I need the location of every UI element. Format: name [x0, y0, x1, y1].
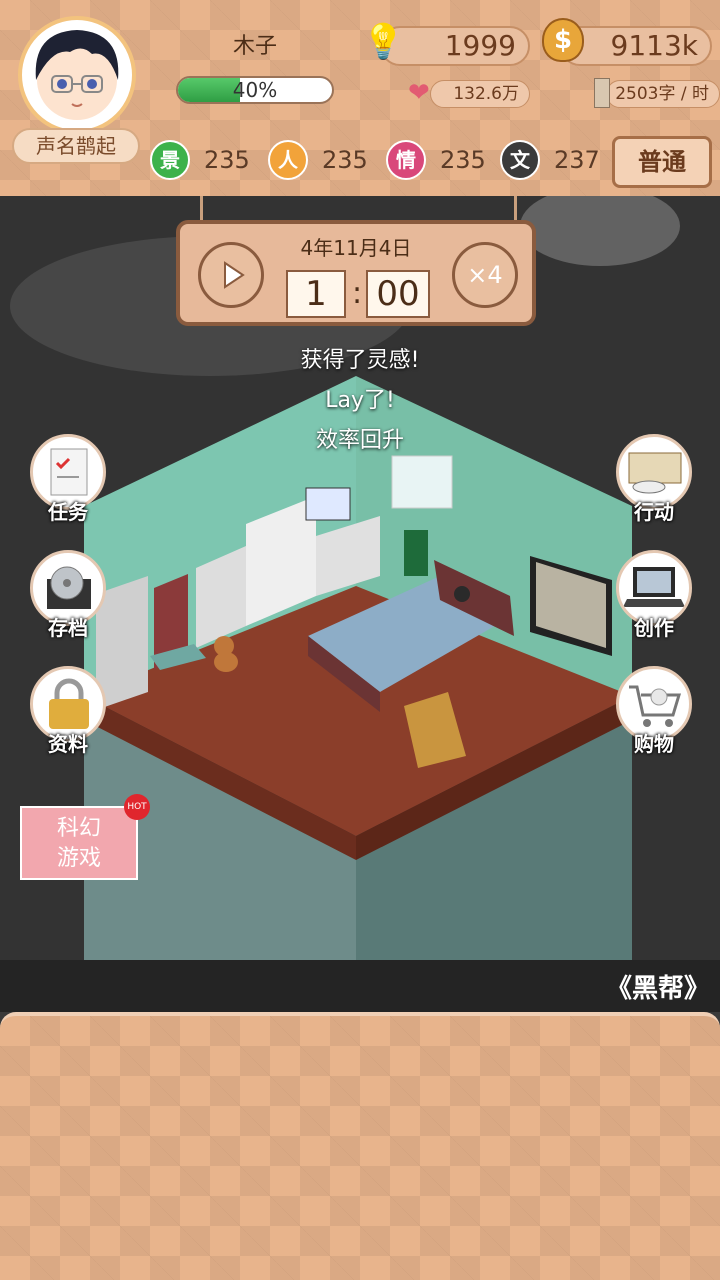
- shop-button[interactable]: 购物: [612, 666, 696, 762]
- profile-button[interactable]: 资料: [26, 666, 110, 762]
- create-button[interactable]: 创作: [612, 550, 696, 646]
- time-panel: 4年11月4日 1 : 00 ×4: [176, 220, 536, 326]
- play-button[interactable]: [198, 242, 264, 308]
- writing-stat-value: 237: [554, 146, 600, 174]
- save-label: 存档: [48, 616, 88, 640]
- writing-speed-counter: 2503字 / 时: [606, 80, 720, 108]
- writing-stat-icon: 文: [500, 140, 540, 180]
- player-name: 木子: [232, 34, 277, 59]
- tasks-label: 任务: [48, 500, 88, 524]
- event-message: 获得了灵感!: [300, 348, 420, 373]
- scene-stat-icon: 景: [150, 140, 190, 180]
- fame-title-badge: 声名鹊起: [12, 128, 140, 164]
- scroll-icon: [594, 78, 610, 108]
- hot-badge: HOT: [124, 794, 150, 820]
- create-label: 创作: [634, 616, 674, 640]
- event-message: 效率回升: [315, 428, 404, 453]
- speed-button[interactable]: ×4: [452, 242, 518, 308]
- minute-display: 00: [366, 270, 430, 318]
- character-portrait-icon: [35, 30, 119, 120]
- promo-sci-fi-game-banner[interactable]: 科幻 游戏: [20, 806, 138, 880]
- novel-title[interactable]: 《黑帮》: [606, 968, 710, 1005]
- top-status-bar: 声名鹊起 木子 40% 1999 💡 9113k $ 132.6万 ❤ 2503…: [0, 0, 720, 196]
- promo-line-1: 科幻: [56, 816, 101, 841]
- bottom-panel: [0, 1012, 720, 1280]
- avatar[interactable]: [18, 16, 136, 134]
- scene-stat-value: 235: [204, 146, 250, 174]
- fans-counter: 132.6万: [430, 80, 530, 108]
- shop-label: 购物: [634, 732, 674, 756]
- emotion-stat-value: 235: [440, 146, 486, 174]
- progress-text: 40%: [232, 78, 278, 102]
- progress-bar: 40%: [176, 76, 334, 104]
- save-button[interactable]: 存档: [26, 550, 110, 646]
- event-message: Lay了!: [325, 388, 395, 413]
- emotion-stat-icon: 情: [386, 140, 426, 180]
- play-icon: [224, 261, 245, 289]
- profile-label: 资料: [48, 732, 88, 756]
- hour-display: 1: [286, 270, 346, 318]
- lightbulb-icon: 💡: [362, 22, 405, 62]
- difficulty-mode-button[interactable]: 普通: [612, 136, 712, 188]
- heart-icon: ❤: [408, 78, 430, 108]
- character-stat-icon: 人: [268, 140, 308, 180]
- action-label: 行动: [634, 500, 674, 524]
- time-colon: :: [352, 276, 363, 311]
- promo-line-2: 游戏: [56, 846, 101, 871]
- current-novel-bar: 《黑帮》: [0, 960, 720, 1012]
- money-bag-icon: $: [542, 18, 584, 62]
- character-stat-value: 235: [322, 146, 368, 174]
